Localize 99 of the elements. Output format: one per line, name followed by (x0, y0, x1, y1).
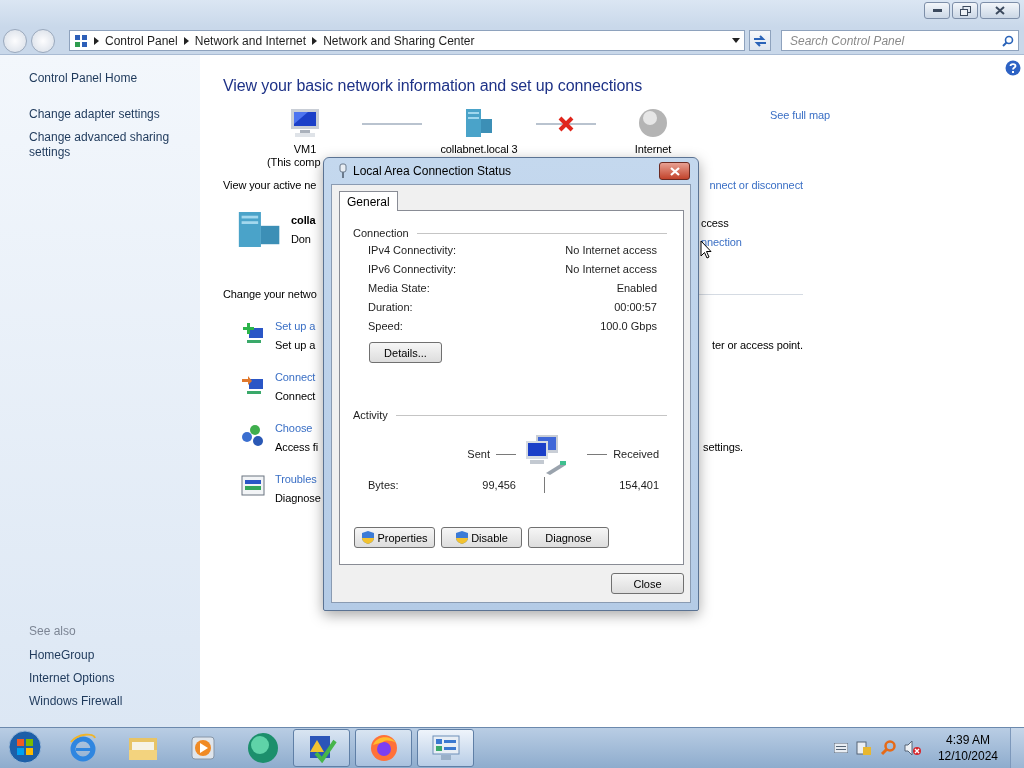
field-value: No Internet access (565, 244, 657, 256)
ethernet-icon (339, 163, 347, 179)
chevron-icon (183, 36, 189, 45)
homegroup-icon (241, 424, 265, 448)
minimize-icon (932, 9, 942, 12)
keyboard-icon[interactable] (833, 743, 848, 753)
field-value: No Internet access (565, 263, 657, 275)
breadcrumb-link[interactable]: Network and Sharing Center (323, 33, 475, 48)
connect-disconnect-link[interactable]: nnect or disconnect (709, 179, 803, 191)
control-panel-icon (430, 734, 461, 762)
minimize-button[interactable] (924, 2, 950, 19)
task-link[interactable]: Connect (275, 371, 316, 383)
action-button[interactable]: Disable (441, 527, 522, 548)
task-link[interactable]: Troubles (275, 473, 317, 485)
field-label: Media State: (368, 282, 430, 294)
task-link[interactable]: Set up a (275, 320, 316, 332)
received-bytes: 154,401 (619, 479, 659, 491)
task-description: ter or access point. (712, 339, 803, 351)
dialog-close-text-button[interactable]: Close (611, 573, 684, 594)
task-description: Connect (275, 390, 316, 402)
shield-icon (455, 530, 470, 545)
sidebar-link[interactable]: Windows Firewall (29, 694, 179, 709)
breadcrumb-link[interactable]: Network and Internet (194, 33, 307, 48)
broken-link-icon (558, 116, 574, 132)
received-label: Received (613, 448, 659, 460)
close-button[interactable] (980, 2, 1020, 19)
dialog-title: Local Area Connection Status (353, 164, 512, 178)
network-name: colla (291, 214, 316, 226)
search-icon (1002, 34, 1014, 47)
network-type-link[interactable]: Don (291, 233, 316, 245)
field-label: Speed: (368, 320, 403, 332)
action-button[interactable]: Diagnose (528, 527, 609, 548)
speaker-muted-icon[interactable] (903, 740, 922, 756)
node-sublabel: (This comp (267, 156, 321, 168)
media-player-icon (189, 734, 217, 762)
node-label: Internet (634, 143, 672, 155)
access-type-text: ccess (701, 217, 729, 229)
sidebar-link[interactable]: Change advanced sharing settings (29, 130, 179, 160)
see-also-heading: See also (29, 624, 77, 638)
help-icon[interactable] (1005, 60, 1021, 76)
taskbar-button[interactable] (293, 729, 350, 767)
address-bar[interactable]: Control Panel Network and Internet Network and Sharing Center (69, 30, 745, 51)
field-label: IPv4 Connectivity: (368, 244, 457, 256)
task-description: Access fi (275, 441, 319, 453)
close-icon (669, 166, 680, 176)
sidebar-link[interactable]: HomeGroup (29, 648, 179, 663)
field-label: Duration: (368, 301, 413, 313)
sidebar-link[interactable]: Change adapter settings (29, 107, 179, 122)
troubleshoot-icon (241, 475, 265, 497)
sidebar-link[interactable]: Internet Options (29, 671, 179, 686)
task-description: Diagnose (275, 492, 321, 504)
sphere-app-icon (247, 732, 279, 764)
control-panel-icon (74, 33, 88, 48)
sent-bytes: 99,456 (482, 479, 516, 491)
clock[interactable]: 4:39 AM 12/10/2024 (937, 732, 998, 764)
field-value: 100.0 Gbps (600, 320, 657, 332)
group-heading: Activity (353, 409, 388, 421)
taskbar-button[interactable] (417, 729, 474, 767)
dropdown-caret-icon[interactable] (732, 38, 740, 43)
node-label: collabnet.local 3 (440, 143, 518, 155)
network-add-icon (241, 322, 265, 346)
computer-icon (288, 107, 322, 139)
field-label: Bytes: (368, 479, 400, 491)
section-heading: View your active ne (223, 179, 317, 191)
action-button[interactable]: Properties (354, 527, 435, 548)
start-orb-icon (7, 728, 43, 765)
restore-icon (959, 5, 971, 16)
chevron-icon (94, 36, 99, 45)
browser-e-icon (68, 733, 98, 763)
clock-time: 4:39 AM (945, 732, 990, 748)
group-heading: Connection (353, 227, 409, 239)
sidebar-link[interactable]: Control Panel Home (29, 71, 179, 86)
task-link[interactable]: Choose (275, 422, 313, 434)
task-description: settings. (703, 441, 744, 453)
clock-date: 12/10/2024 (937, 748, 998, 764)
close-icon (995, 6, 1005, 15)
network-icon[interactable] (855, 740, 872, 756)
tab[interactable]: General (339, 191, 398, 211)
section-heading: Change your netwo (223, 288, 317, 300)
globe-icon (637, 107, 669, 139)
sent-label: Sent (467, 448, 490, 460)
firefox-icon (368, 733, 399, 763)
dialog-close-button[interactable] (659, 162, 690, 180)
shield-icon (361, 530, 376, 545)
page-heading: View your basic network information and set up connections (223, 77, 644, 95)
field-value: 00:00:57 (614, 301, 657, 313)
field-value: Enabled (616, 282, 657, 294)
chevron-icon (312, 36, 318, 45)
see-full-map-link[interactable]: See full map (770, 109, 830, 121)
details-button[interactable]: Details... (369, 342, 442, 363)
breadcrumb-link[interactable]: Control Panel (105, 33, 178, 48)
taskbar-button[interactable] (355, 729, 412, 767)
restore-button[interactable] (952, 2, 978, 19)
field-label: IPv6 Connectivity: (368, 263, 457, 275)
node-label: VM1 (293, 143, 317, 155)
task-description: Set up a (275, 339, 316, 351)
refresh-icon (753, 34, 767, 47)
refresh-button[interactable] (749, 30, 771, 51)
search-field[interactable]: Search Control Panel (781, 30, 1019, 51)
